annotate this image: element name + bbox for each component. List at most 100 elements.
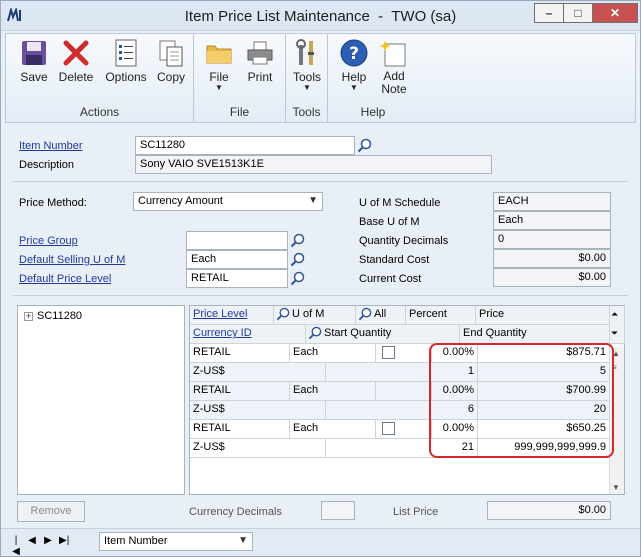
cell-currency[interactable]: Z-US$ <box>190 363 326 382</box>
quantity-decimals-value: 0 <box>493 230 611 249</box>
actions-group-label: Actions <box>79 105 120 119</box>
header-search-icon[interactable] <box>358 307 372 324</box>
minimize-button[interactable]: – <box>534 3 563 23</box>
cell-percent[interactable]: 0.00% <box>432 420 478 439</box>
add-note-button[interactable]: Add Note <box>372 36 416 96</box>
cell-uom[interactable]: Each <box>290 382 376 401</box>
ribbon-group-actions: Save Delete Options Copy Actions <box>6 34 194 122</box>
form-content: Item Number SC11280 Description Sony VAI… <box>5 125 636 526</box>
svg-text:?: ? <box>349 44 359 64</box>
current-cost-value: $0.00 <box>493 268 611 287</box>
item-tree[interactable]: + SC11280 <box>17 305 185 495</box>
cell-start-quantity[interactable]: 6 <box>326 401 478 420</box>
header-start-quantity: Start Quantity <box>306 325 460 344</box>
previous-record-icon[interactable]: ◀ <box>27 535 37 557</box>
price-group-label[interactable]: Price Group <box>19 235 78 247</box>
item-number-field[interactable]: SC11280 <box>135 136 355 155</box>
price-list-grid: Price Level U of M All Percent Price Cur… <box>189 305 625 495</box>
standard-cost-value: $0.00 <box>493 249 611 268</box>
header-search-icon[interactable] <box>276 307 290 324</box>
section-divider <box>13 181 628 182</box>
cell-start-quantity[interactable]: 21 <box>326 439 478 458</box>
header-currency-id[interactable]: Currency ID <box>190 325 306 344</box>
header-price: Price <box>476 306 610 325</box>
header-uom[interactable]: U of M <box>274 306 356 325</box>
help-menu-button[interactable]: ? Help ▼ <box>332 36 376 92</box>
header-percent: Percent <box>406 306 476 325</box>
description-field: Sony VAIO SVE1513K1E <box>135 155 492 174</box>
header-all[interactable]: All <box>356 306 406 325</box>
cell-price-level[interactable]: RETAIL <box>190 382 290 401</box>
last-record-icon[interactable]: ▶| <box>59 535 69 557</box>
item-lookup-icon[interactable] <box>356 137 373 154</box>
close-button[interactable]: ✕ <box>592 3 638 23</box>
base-uom-value: Each <box>493 211 611 230</box>
price-group-lookup-icon[interactable] <box>289 232 306 249</box>
cell-price[interactable]: $650.25 <box>478 420 610 439</box>
cell-price-level[interactable]: RETAIL <box>190 420 290 439</box>
maximize-button[interactable]: □ <box>563 3 592 23</box>
sort-by-select[interactable]: Item Number ▼ <box>99 532 253 551</box>
cell-percent[interactable]: 0.00% <box>432 344 478 363</box>
help-group-label: Help <box>360 105 386 119</box>
grid-expand-controls: ⏶ ⏷ <box>610 306 625 344</box>
copy-button[interactable]: Copy <box>149 36 193 84</box>
cell-currency[interactable]: Z-US$ <box>190 439 326 458</box>
cell-price-level[interactable]: RETAIL <box>190 344 290 363</box>
cell-price[interactable]: $700.99 <box>478 382 610 401</box>
all-checkbox[interactable] <box>382 422 395 435</box>
cell-uom[interactable]: Each <box>290 344 376 363</box>
default-selling-uom-field[interactable]: Each <box>186 250 288 269</box>
tools-menu-button[interactable]: Tools ▼ <box>286 36 328 92</box>
save-button[interactable]: Save <box>12 36 56 84</box>
default-selling-uom-label[interactable]: Default Selling U of M <box>19 254 125 266</box>
cell-currency[interactable]: Z-US$ <box>190 401 326 420</box>
chevron-down-icon: ▼ <box>308 195 318 206</box>
remove-button[interactable]: Remove <box>17 501 85 522</box>
currency-decimals-value <box>321 501 355 520</box>
cell-price[interactable]: $875.71 <box>478 344 610 363</box>
next-record-icon[interactable]: ▶ <box>43 535 53 557</box>
uom-lookup-icon[interactable] <box>289 251 306 268</box>
collapse-up-icon[interactable]: ⏶ <box>611 309 618 320</box>
file-menu-button[interactable]: File ▼ <box>197 36 241 92</box>
scroll-up-icon[interactable]: ▲ <box>612 349 620 358</box>
section-divider <box>13 295 628 296</box>
cell-end-quantity[interactable]: 999,999,999,999.9 <box>478 439 610 458</box>
grid-vertical-scrollbar[interactable]: ▲ ≡ ▼ <box>609 347 624 494</box>
expand-plus-icon[interactable]: + <box>24 311 33 321</box>
cell-all <box>376 382 432 401</box>
scroll-down-icon[interactable]: ▼ <box>612 483 620 492</box>
help-question-icon: ? <box>332 36 376 70</box>
expand-down-icon[interactable]: ⏷ <box>611 328 618 339</box>
first-record-icon[interactable]: |◀ <box>11 535 21 557</box>
delete-button[interactable]: Delete <box>54 36 98 84</box>
currency-decimals-label: Currency Decimals <box>189 506 282 518</box>
default-price-level-field[interactable]: RETAIL <box>186 269 288 288</box>
default-price-level-label[interactable]: Default Price Level <box>19 273 111 285</box>
print-button[interactable]: Print <box>238 36 282 84</box>
cell-end-quantity[interactable]: 5 <box>478 363 610 382</box>
cell-end-quantity[interactable]: 20 <box>478 401 610 420</box>
options-button[interactable]: Options <box>101 36 151 84</box>
window: Item Price List Maintenance - TWO (sa) –… <box>0 0 641 557</box>
price-level-lookup-icon[interactable] <box>289 270 306 287</box>
tree-node-item[interactable]: + SC11280 <box>24 310 82 322</box>
price-group-field[interactable] <box>186 231 288 250</box>
cell-percent[interactable]: 0.00% <box>432 382 478 401</box>
ribbon-toolbar: Save Delete Options Copy Actions File ▼ … <box>5 33 636 123</box>
copy-icon <box>149 36 193 70</box>
uom-schedule-value: EACH <box>493 192 611 211</box>
cell-uom[interactable]: Each <box>290 420 376 439</box>
price-method-select[interactable]: Currency Amount ▼ <box>133 192 323 211</box>
scroll-thumb-icon[interactable]: ≡ <box>612 363 617 372</box>
cell-start-quantity[interactable]: 1 <box>326 363 478 382</box>
header-search-icon[interactable] <box>308 326 322 343</box>
all-checkbox[interactable] <box>382 346 395 359</box>
base-uom-label: Base U of M <box>359 216 420 228</box>
header-price-level[interactable]: Price Level <box>190 306 274 325</box>
price-method-label: Price Method: <box>19 197 87 209</box>
item-number-label[interactable]: Item Number <box>19 140 83 152</box>
uom-schedule-label: U of M Schedule <box>359 197 441 209</box>
ribbon-group-help: ? Help ▼ Add Note Help <box>328 34 418 122</box>
